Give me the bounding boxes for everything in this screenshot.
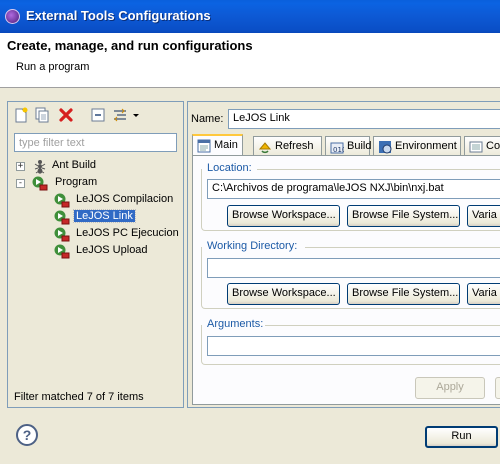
working-directory-variables-button[interactable]: Varia [467,283,500,305]
tree-item-label: LeJOS Link [73,209,136,223]
run-button[interactable]: Run [425,426,498,448]
working-directory-browse-workspace-button[interactable]: Browse Workspace... [227,283,340,305]
environment-icon [378,140,392,154]
header-subtitle: Run a program [16,61,90,73]
config-tabs: Main Refresh 010 Build Environment Com [192,134,500,156]
tab-common[interactable]: Com [464,136,500,156]
tree-item-lejos-upload[interactable]: LeJOS Upload [8,243,183,259]
collapse-all-icon[interactable] [90,107,106,123]
tree-item-label: LeJOS Upload [76,244,148,256]
tree-item-program[interactable]: - Program [8,175,183,191]
tab-refresh[interactable]: Refresh [253,136,322,156]
working-directory-browse-file-system-button[interactable]: Browse File System... [347,283,460,305]
header-title: Create, manage, and run configurations [7,38,253,53]
revert-button[interactable] [495,377,500,399]
tab-label: Refresh [275,140,314,152]
program-config-icon [54,192,70,208]
name-label: Name: [191,113,224,125]
location-browse-file-system-button[interactable]: Browse File System... [347,205,460,227]
location-variables-button[interactable]: Varia [467,205,500,227]
tab-label: Environment [395,140,457,152]
program-config-icon [54,226,70,242]
tab-label: Com [486,140,500,152]
collapse-icon[interactable]: - [16,179,25,188]
window-title: External Tools Configurations [26,8,211,23]
configurations-toolbar [8,102,183,128]
tree-item-label: LeJOS PC Ejecucion [76,227,179,239]
tree-item-label: Ant Build [52,159,97,171]
tree-item-lejos-compilacion[interactable]: LeJOS Compilacion [8,192,183,208]
configurations-pane: + Ant Build - Program LeJOS Compilacion … [7,101,184,408]
tree-item-lejos-pc-ejecucion[interactable]: LeJOS PC Ejecucion [8,226,183,242]
duplicate-icon[interactable] [34,107,50,123]
dropdown-arrow-icon[interactable] [132,107,140,123]
tab-label: Main [214,139,238,151]
filter-input[interactable] [14,133,177,152]
refresh-icon [258,140,272,154]
arguments-field[interactable] [207,336,500,356]
eclipse-app-icon [5,9,20,24]
delete-icon[interactable] [58,107,74,123]
dialog-header: Create, manage, and run configurations R… [0,33,500,88]
tab-main[interactable]: Main [192,134,243,156]
tab-environment[interactable]: Environment [373,136,461,156]
help-icon[interactable]: ? [16,424,38,446]
filter-icon[interactable] [112,107,128,123]
ant-icon [32,158,48,174]
configurations-tree: + Ant Build - Program LeJOS Compilacion … [8,158,183,388]
working-directory-field[interactable] [207,258,500,278]
expand-icon[interactable]: + [16,162,25,171]
main-tab-icon [197,139,211,153]
tree-item-lejos-link[interactable]: LeJOS Link [8,209,183,225]
title-bar: External Tools Configurations [0,0,500,33]
tree-item-label: Program [55,176,98,188]
apply-button[interactable]: Apply [415,377,485,399]
configuration-editor: Name: LeJOS Link Main Refresh 010 Build … [187,101,500,408]
tab-label: Build [347,140,372,152]
tree-item-label: LeJOS Compilacion [76,193,174,205]
svg-text:010: 010 [333,146,344,154]
tab-build[interactable]: 010 Build [325,136,372,156]
tree-item-ant-build[interactable]: + Ant Build [8,158,183,174]
new-launch-config-icon[interactable] [13,107,29,123]
build-icon: 010 [330,140,346,154]
program-icon [32,175,48,191]
location-browse-workspace-button[interactable]: Browse Workspace... [227,205,340,227]
name-field[interactable]: LeJOS Link [228,109,500,129]
main-tab-content: Location: C:\Archivos de programa\leJOS … [192,155,500,405]
filter-status: Filter matched 7 of 7 items [14,391,144,403]
location-field[interactable]: C:\Archivos de programa\leJOS NXJ\bin\nx… [207,179,500,199]
program-config-icon [54,243,70,259]
common-icon [469,140,483,154]
program-config-icon [54,209,70,225]
